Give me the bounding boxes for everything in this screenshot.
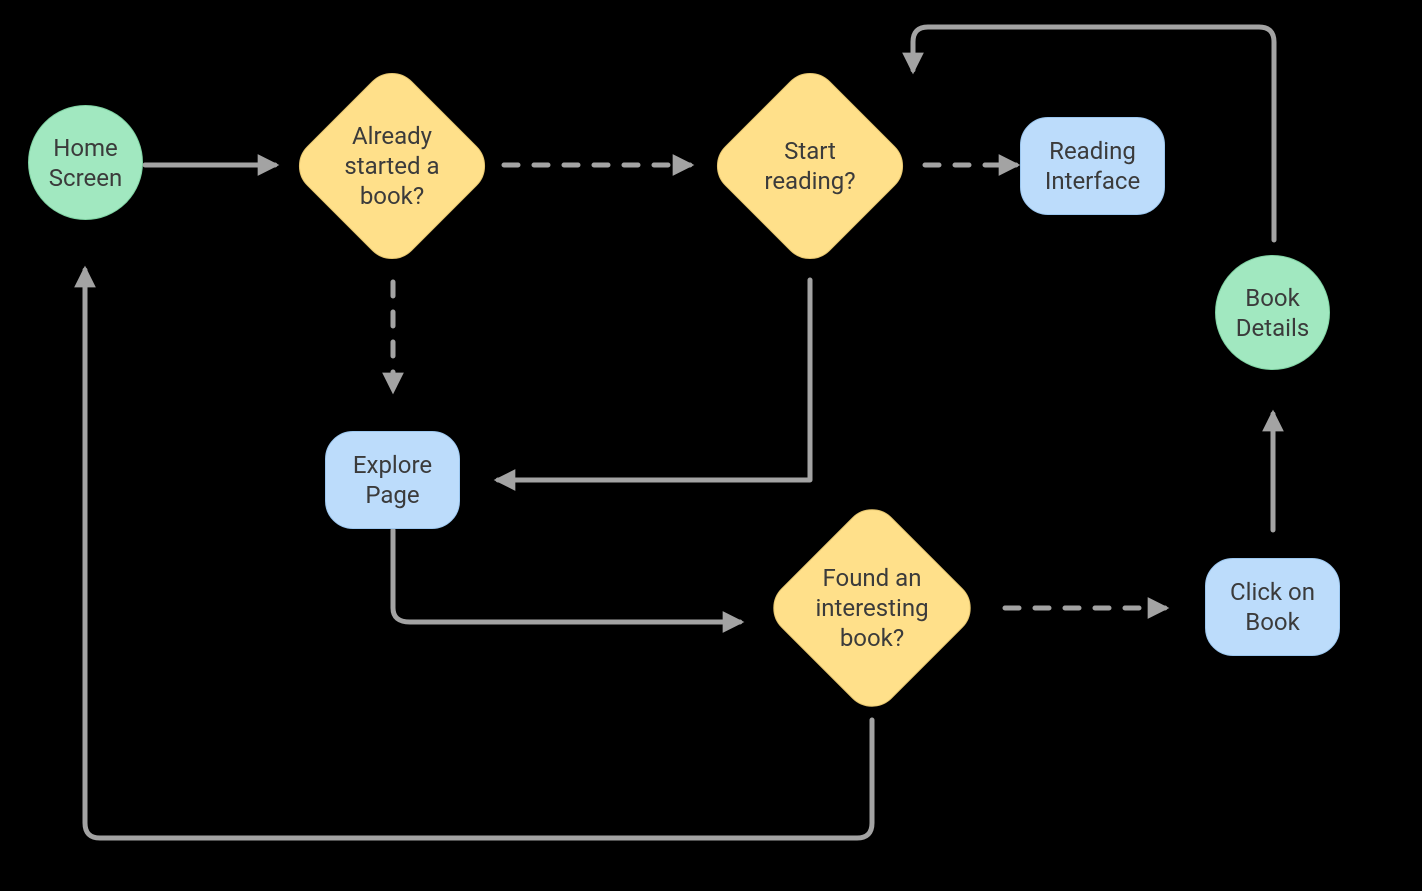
edges-layer (0, 0, 1422, 891)
node-label: Found aninterestingbook? (774, 510, 970, 706)
node-start-reading: Startreading? (736, 92, 884, 240)
node-label: BookDetails (1236, 283, 1309, 343)
node-label: ReadingInterface (1045, 136, 1140, 196)
node-click-on-book: Click onBook (1205, 558, 1340, 656)
flow-edge (393, 530, 740, 622)
node-label: HomeScreen (49, 133, 122, 193)
node-explore-page: ExplorePage (325, 431, 460, 529)
node-home-screen: HomeScreen (28, 105, 143, 220)
node-label: Click onBook (1230, 577, 1315, 637)
node-label: Startreading? (716, 72, 904, 260)
node-already-started: Alreadystarted abook? (318, 92, 466, 240)
node-book-details: BookDetails (1215, 255, 1330, 370)
node-found-interesting: Found aninterestingbook? (794, 530, 950, 686)
node-label: Alreadystarted abook? (298, 72, 486, 260)
node-reading-interface: ReadingInterface (1020, 117, 1165, 215)
flow-edge (85, 270, 872, 838)
node-label: ExplorePage (353, 450, 432, 510)
flow-edge (498, 280, 810, 480)
flowchart-canvas: HomeScreen Alreadystarted abook? Startre… (0, 0, 1422, 891)
